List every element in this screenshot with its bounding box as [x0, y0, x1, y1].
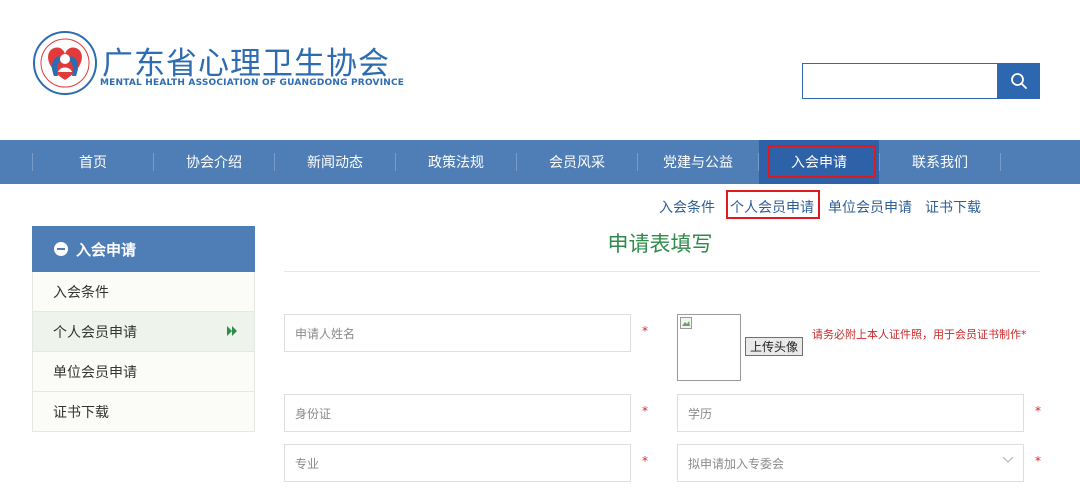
minus-circle-icon: [54, 242, 68, 256]
association-logo-icon[interactable]: [32, 30, 98, 96]
sublink-highlight-box: [726, 190, 820, 219]
search-input[interactable]: [802, 63, 998, 99]
education-input[interactable]: 学历: [677, 394, 1024, 432]
sublink-certificate-download[interactable]: 证书下载: [925, 197, 981, 217]
nav-item-news[interactable]: 新闻动态: [275, 140, 395, 184]
org-name-en: MENTAL HEALTH ASSOCIATION OF GUANGDONG P…: [100, 78, 405, 88]
sidebar-title: 入会申请: [76, 240, 137, 259]
sidebar-header: 入会申请: [32, 226, 255, 272]
page-title: 申请表填写: [607, 232, 713, 256]
upload-avatar-button[interactable]: 上传头像: [745, 337, 803, 356]
nav-highlight-box: [768, 145, 876, 178]
chevron-down-icon: [1002, 456, 1014, 463]
sublink-conditions[interactable]: 入会条件: [659, 197, 715, 217]
required-mark: *: [1035, 404, 1041, 418]
sublink-unit-apply[interactable]: 单位会员申请: [828, 197, 912, 217]
nav-item-contact[interactable]: 联系我们: [880, 140, 1000, 184]
applicant-name-input[interactable]: 申请人姓名: [284, 314, 631, 352]
sidebar-item-label: 证书下载: [53, 404, 109, 421]
nav-item-home[interactable]: 首页: [33, 140, 153, 184]
photo-preview: [677, 314, 741, 381]
id-card-input[interactable]: 身份证: [284, 394, 631, 432]
double-chevron-right-icon: [227, 326, 237, 336]
committee-select[interactable]: 拟申请加入专委会: [677, 444, 1024, 482]
sidebar: 入会申请 入会条件 个人会员申请 单位会员申请 证书下载: [32, 226, 255, 432]
search-icon: [1011, 73, 1027, 89]
sidebar-item-certificate-download[interactable]: 证书下载: [32, 392, 255, 432]
required-mark: *: [1035, 454, 1041, 468]
page: 广东省心理卫生协会 MENTAL HEALTH ASSOCIATION OF G…: [0, 0, 1080, 488]
nav-separator: [1000, 153, 1001, 171]
required-mark: *: [642, 454, 648, 468]
broken-image-icon: [680, 317, 692, 329]
nav-item-policy[interactable]: 政策法规: [396, 140, 516, 184]
required-mark: *: [642, 324, 648, 338]
nav-item-party-charity[interactable]: 党建与公益: [638, 140, 758, 184]
title-divider: [284, 271, 1040, 272]
required-mark: *: [642, 404, 648, 418]
main-nav: 首页 协会介绍 新闻动态 政策法规 会员风采 党建与公益 入会申请 联系我们: [0, 140, 1080, 184]
search-button[interactable]: [998, 63, 1040, 99]
sidebar-item-individual-apply[interactable]: 个人会员申请: [32, 312, 255, 352]
sidebar-item-conditions[interactable]: 入会条件: [32, 272, 255, 312]
sidebar-item-label: 个人会员申请: [53, 324, 137, 341]
sidebar-item-unit-apply[interactable]: 单位会员申请: [32, 352, 255, 392]
photo-requirement-note: 请务必附上本人证件照，用于会员证书制作*: [812, 328, 1027, 341]
sidebar-item-label: 单位会员申请: [53, 364, 137, 381]
nav-item-members[interactable]: 会员风采: [517, 140, 637, 184]
major-input[interactable]: 专业: [284, 444, 631, 482]
nav-item-about[interactable]: 协会介绍: [154, 140, 274, 184]
org-name: 广东省心理卫生协会: [102, 46, 390, 82]
sidebar-item-label: 入会条件: [53, 284, 109, 301]
